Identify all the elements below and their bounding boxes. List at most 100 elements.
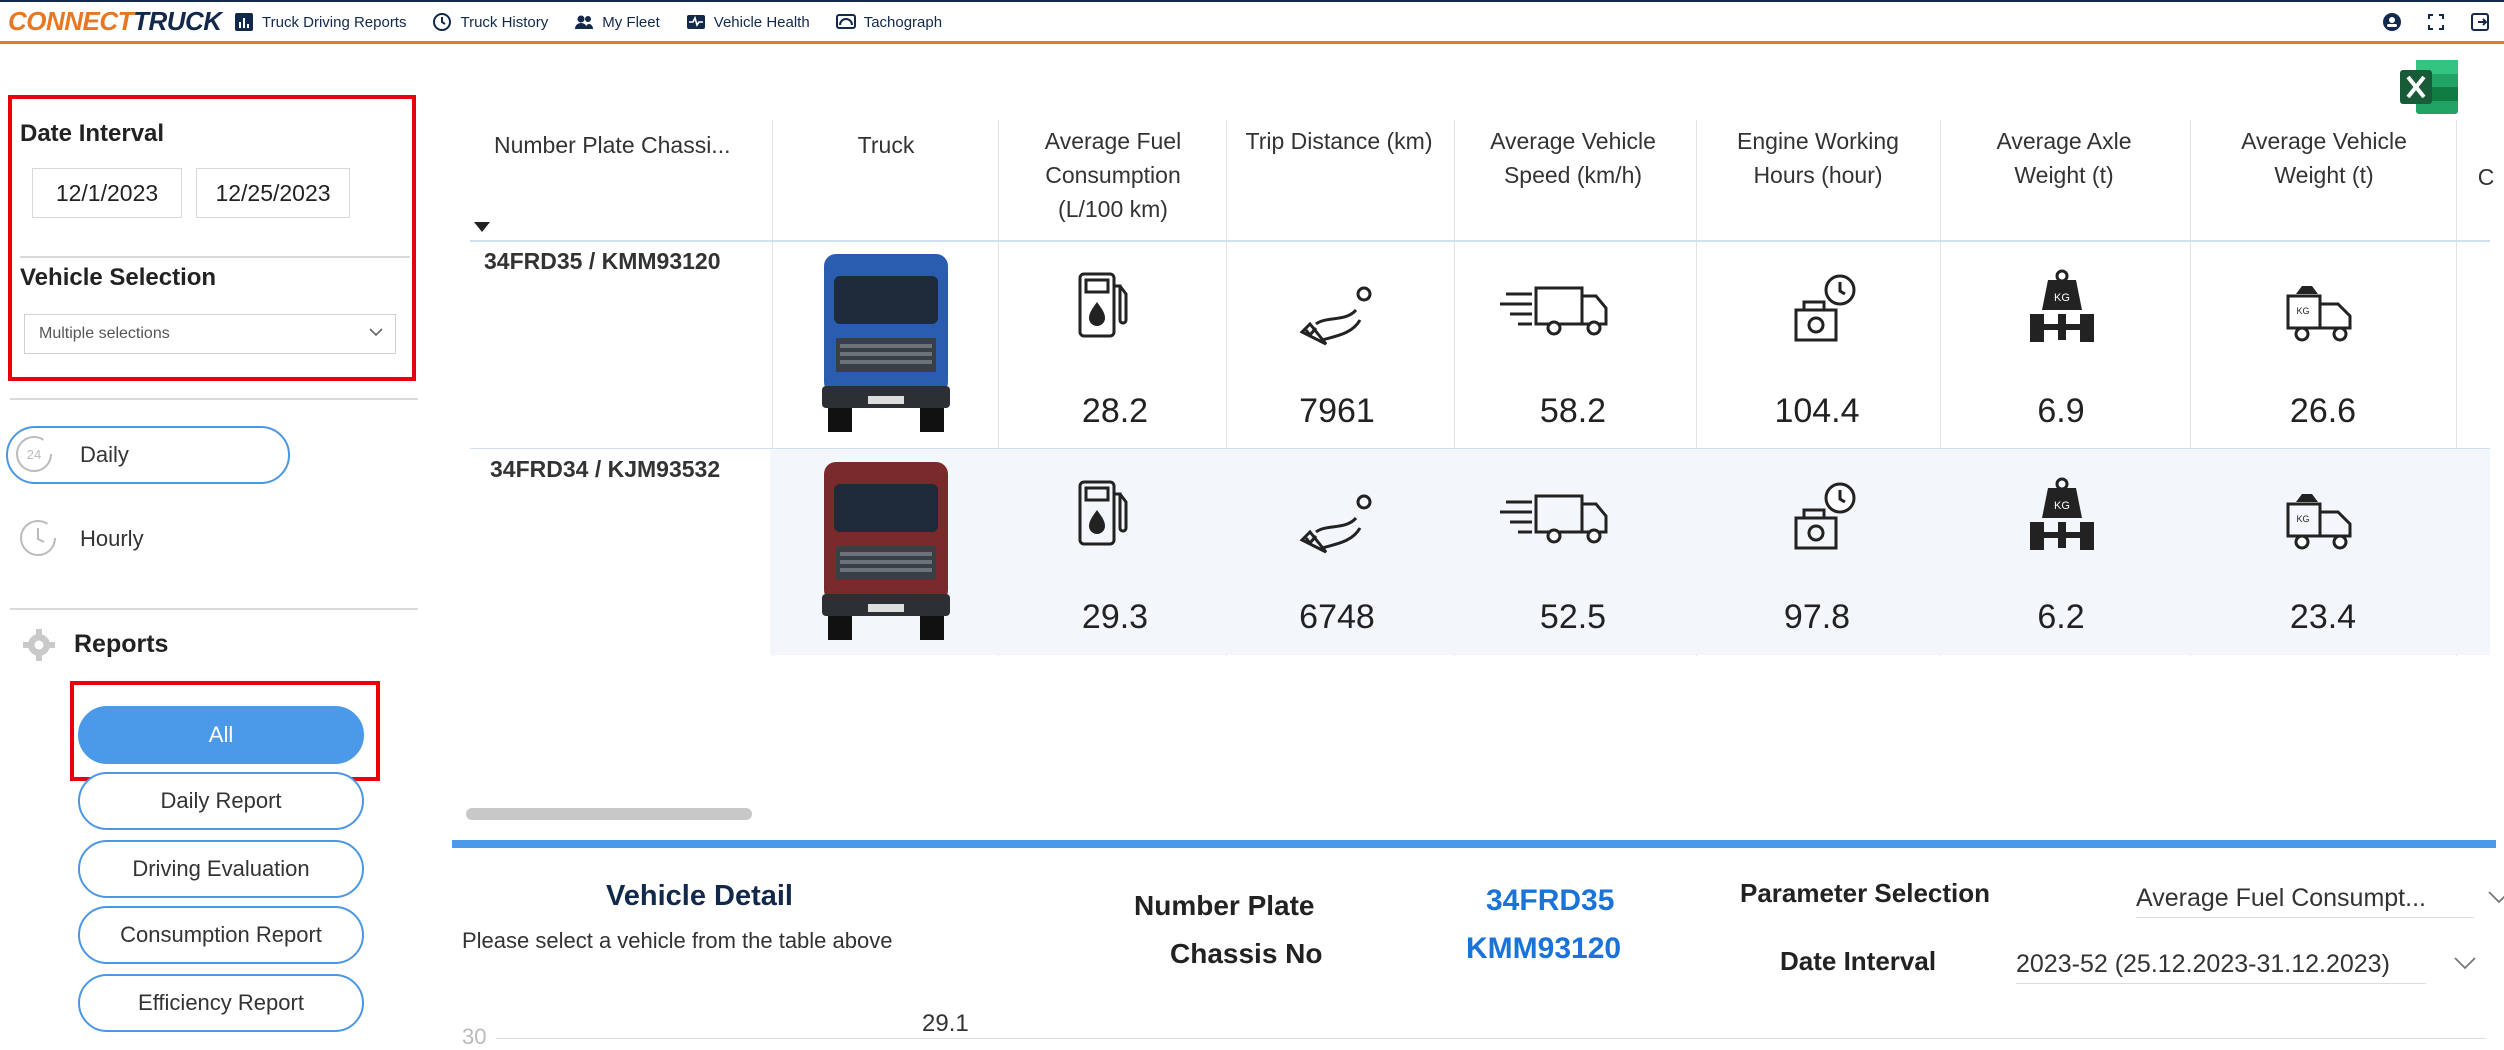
nav-my-fleet[interactable]: My Fleet bbox=[574, 12, 660, 32]
reports-label: Reports bbox=[74, 630, 169, 658]
top-navigation-bar: CONNECTTRUCK Truck Driving Reports Truck… bbox=[0, 0, 2504, 44]
vehicle-selection-dropdown[interactable]: Multiple selections bbox=[24, 314, 396, 354]
health-icon bbox=[686, 15, 705, 29]
sidebar-divider bbox=[10, 608, 418, 610]
truck-speed-icon bbox=[1500, 494, 1608, 544]
sort-desc-icon[interactable] bbox=[474, 222, 490, 232]
fullscreen-icon[interactable] bbox=[2426, 12, 2446, 32]
chevron-down-icon bbox=[2454, 957, 2476, 970]
parameter-selection-label: Parameter Selection bbox=[1740, 878, 1991, 908]
cell-speed-value: 52.5 bbox=[1539, 598, 1607, 636]
engine-hours-icon bbox=[1794, 274, 1856, 342]
report-consumption-report-button[interactable]: Consumption Report bbox=[78, 906, 364, 964]
table-horizontal-scrollbar[interactable] bbox=[466, 808, 752, 820]
gear-icon bbox=[23, 629, 55, 661]
vehicle-selection-value: Multiple selections bbox=[39, 325, 170, 342]
column-header-vehicle-weight[interactable]: Average Vehicle Weight (t) bbox=[2206, 124, 2442, 192]
report-icon bbox=[235, 13, 253, 31]
cell-weight-value: 23.4 bbox=[2289, 598, 2357, 636]
vehicle-selection-label: Vehicle Selection bbox=[20, 264, 217, 291]
engine-hours-icon bbox=[1794, 482, 1856, 550]
date-interval-detail-label: Date Interval bbox=[1780, 946, 1937, 976]
row-plate-label: 34FRD34 / KJM93532 bbox=[490, 456, 721, 482]
svg-text:KG: KG bbox=[2054, 292, 2070, 304]
column-header-truck[interactable]: Truck bbox=[774, 128, 998, 162]
report-efficiency-report-button[interactable]: Efficiency Report bbox=[78, 974, 364, 1032]
start-date-input[interactable]: 12/1/2023 bbox=[32, 168, 182, 218]
fleet-icon bbox=[575, 15, 594, 29]
column-header-axle-weight[interactable]: Average Axle Weight (t) bbox=[1944, 124, 2184, 192]
truck-speed-icon bbox=[1500, 286, 1608, 336]
logout-icon[interactable] bbox=[2470, 12, 2490, 32]
cell-speed-value: 58.2 bbox=[1539, 392, 1607, 430]
svg-text:24: 24 bbox=[27, 447, 41, 462]
parameter-selection-value: Average Fuel Consumpt... bbox=[2136, 884, 2426, 912]
chassis-no-label: Chassis No bbox=[1170, 938, 1323, 969]
sidebar-divider bbox=[10, 398, 418, 400]
tachograph-icon bbox=[835, 14, 856, 29]
vehicle-detail-title: Vehicle Detail bbox=[606, 880, 793, 912]
cell-distance-value: 7961 bbox=[1299, 392, 1375, 430]
svg-text:KG: KG bbox=[2296, 514, 2309, 524]
nav-label: Truck History bbox=[460, 13, 549, 31]
column-header-fuel-consumption[interactable]: Average Fuel Consumption (L/100 km) bbox=[1000, 124, 1226, 226]
route-distance-icon bbox=[1299, 494, 1372, 554]
vehicle-detail-hint: Please select a vehicle from the table a… bbox=[462, 928, 893, 953]
chart-data-label: 29.1 bbox=[922, 1010, 969, 1037]
nav-truck-history[interactable]: Truck History bbox=[432, 12, 548, 32]
date-interval-value: 2023-52 (25.12.2023-31.12.2023) bbox=[2016, 950, 2390, 978]
excel-export-icon[interactable] bbox=[2400, 58, 2460, 116]
column-header-vehicle-speed[interactable]: Average Vehicle Speed (km/h) bbox=[1458, 124, 1688, 192]
column-header-trip-distance[interactable]: Trip Distance (km) bbox=[1226, 124, 1452, 158]
date-interval-label: Date Interval bbox=[20, 120, 165, 147]
nav-label: Vehicle Health bbox=[713, 13, 810, 31]
cell-fuel-value: 29.3 bbox=[1081, 598, 1149, 636]
number-plate-value: 34FRD35 bbox=[1486, 884, 1615, 917]
frequency-hourly-label[interactable]: Hourly bbox=[80, 526, 144, 552]
24h-clock-icon: 24 bbox=[16, 436, 52, 472]
route-distance-icon bbox=[1299, 286, 1372, 346]
top-right-actions bbox=[2382, 12, 2490, 32]
column-header-truncated[interactable]: C bbox=[2476, 160, 2496, 194]
nav-label: Tachograph bbox=[863, 13, 943, 31]
fuel-pump-icon bbox=[1078, 480, 1128, 546]
chart-gridline bbox=[496, 1038, 2486, 1039]
truck-image-blue bbox=[822, 254, 950, 432]
user-icon[interactable] bbox=[2382, 12, 2402, 32]
cell-axle-value: 6.9 bbox=[2037, 392, 2085, 430]
frequency-daily-label: Daily bbox=[80, 442, 129, 467]
axle-weight-icon: KG bbox=[2030, 269, 2094, 342]
clock-icon[interactable] bbox=[18, 518, 58, 558]
cell-weight-value: 26.6 bbox=[2289, 392, 2357, 430]
date-interval-dropdown[interactable]: 2023-52 (25.12.2023-31.12.2023) bbox=[2016, 950, 2476, 984]
report-all-button[interactable]: All bbox=[78, 706, 364, 764]
row-plate-label: 34FRD35 / KMM93120 bbox=[484, 248, 721, 274]
sidebar-divider bbox=[20, 256, 410, 258]
cell-hours-value: 104.4 bbox=[1774, 392, 1860, 430]
chassis-no-value: KMM93120 bbox=[1466, 932, 1622, 965]
cell-axle-value: 6.2 bbox=[2037, 598, 2085, 636]
detail-section-divider bbox=[452, 840, 2496, 848]
parameter-selection-dropdown[interactable]: Average Fuel Consumpt... bbox=[2136, 884, 2504, 918]
fuel-pump-icon bbox=[1078, 272, 1128, 338]
truck-image-red bbox=[822, 462, 950, 640]
report-driving-evaluation-button[interactable]: Driving Evaluation bbox=[78, 840, 364, 898]
svg-text:KG: KG bbox=[2054, 500, 2070, 512]
nav-vehicle-health[interactable]: Vehicle Health bbox=[686, 12, 810, 32]
nav-tachograph[interactable]: Tachograph bbox=[835, 12, 943, 32]
axle-weight-icon: KG bbox=[2030, 477, 2094, 550]
report-daily-report-button[interactable]: Daily Report bbox=[78, 772, 364, 830]
nav-label: My Fleet bbox=[602, 13, 660, 31]
number-plate-label: Number Plate bbox=[1134, 890, 1315, 921]
nav-label: Truck Driving Reports bbox=[262, 13, 407, 31]
nav-truck-driving-reports[interactable]: Truck Driving Reports bbox=[234, 12, 406, 32]
chevron-down-icon bbox=[369, 328, 383, 337]
end-date-input[interactable]: 12/25/2023 bbox=[196, 168, 350, 218]
column-header-engine-hours[interactable]: Engine Working Hours (hour) bbox=[1700, 124, 1936, 192]
connectruck-logo[interactable]: CONNECTTRUCK bbox=[8, 6, 222, 37]
cell-fuel-value: 28.2 bbox=[1081, 392, 1149, 430]
column-header-number-plate[interactable]: Number Plate Chassi... bbox=[494, 128, 730, 162]
svg-text:KG: KG bbox=[2296, 306, 2309, 316]
chevron-down-icon bbox=[2488, 891, 2504, 904]
cell-distance-value: 6748 bbox=[1299, 598, 1375, 636]
